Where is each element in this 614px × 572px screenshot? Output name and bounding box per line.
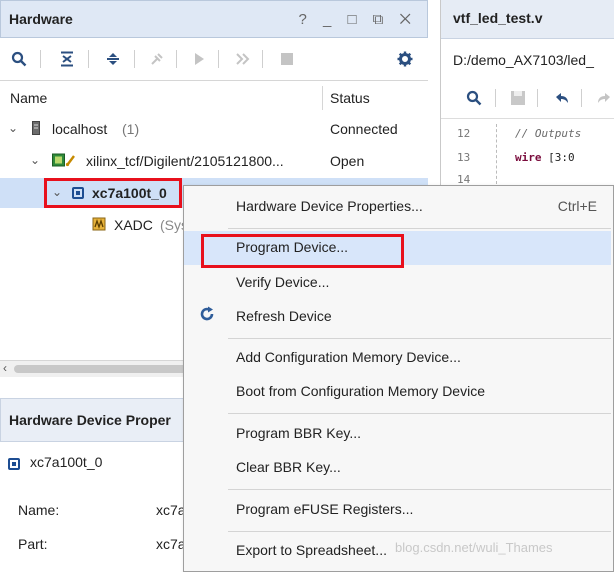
hardware-panel-header: Hardware ? _ □ ⧉ ✕	[0, 0, 428, 38]
menu-item-label: Refresh Device	[236, 308, 332, 324]
toolbar-separator	[537, 89, 538, 107]
status-text: Open	[330, 153, 365, 169]
window-controls[interactable]: ? _ □ ⧉ ✕	[298, 11, 417, 28]
toolbar-separator	[134, 50, 135, 68]
device-chip-icon	[8, 456, 20, 472]
undo-icon[interactable]	[551, 87, 573, 109]
toolbar-separator	[495, 89, 496, 107]
hardware-toolbar	[0, 40, 428, 81]
toolbar-separator	[218, 50, 219, 68]
editor-toolbar	[441, 78, 614, 119]
column-status[interactable]: Status	[330, 90, 370, 106]
tree-count: (1)	[122, 121, 140, 137]
board-icon	[52, 153, 78, 170]
scroll-left-icon[interactable]: ‹	[3, 361, 7, 375]
device-properties-title: Hardware Device Proper	[9, 412, 171, 428]
prop-value: xc7a	[156, 502, 186, 518]
server-icon	[32, 121, 40, 138]
toolbar-separator	[581, 89, 582, 107]
tree-label: XADC	[114, 217, 153, 233]
highlight-box-device	[44, 178, 182, 208]
hardware-panel-title: Hardware	[9, 11, 73, 27]
line-number: 13	[457, 151, 471, 164]
menu-item-refresh-device[interactable]: Refresh Device	[184, 300, 611, 334]
menu-item-label: Clear BBR Key...	[236, 459, 341, 475]
menu-item-clear-bbr-key[interactable]: Clear BBR Key...	[184, 451, 611, 485]
menu-separator	[228, 489, 611, 490]
menu-item-add-config-memory[interactable]: Add Configuration Memory Device...	[184, 341, 611, 375]
search-icon[interactable]	[8, 48, 30, 70]
menu-item-label: Program eFUSE Registers...	[236, 501, 414, 517]
menu-item-label: Program BBR Key...	[236, 425, 362, 441]
menu-separator	[228, 228, 611, 229]
auto-connect-icon[interactable]	[146, 48, 168, 70]
toolbar-separator	[88, 50, 89, 68]
stop-icon[interactable]	[276, 48, 298, 70]
search-icon[interactable]	[463, 87, 485, 109]
menu-separator	[228, 338, 611, 339]
prop-label: Part:	[18, 536, 48, 552]
run-icon[interactable]	[188, 48, 210, 70]
menu-item-label: Hardware Device Properties...	[236, 198, 423, 214]
menu-separator	[228, 531, 611, 532]
gear-icon[interactable]	[394, 48, 416, 70]
fast-forward-icon[interactable]	[232, 48, 254, 70]
code-comment: // Outputs	[515, 127, 582, 140]
line-number: 12	[457, 127, 471, 140]
tree-column-header: Name Status	[0, 86, 428, 110]
prop-label: Name:	[18, 502, 60, 518]
file-path: D:/demo_AX7103/led_	[453, 52, 594, 68]
expand-all-icon[interactable]	[102, 48, 124, 70]
code-text: wire [3:0	[515, 151, 575, 164]
toolbar-separator	[262, 50, 263, 68]
toolbar-separator	[176, 50, 177, 68]
editor-tab[interactable]: vtf_led_test.v	[441, 0, 614, 39]
menu-item-hardware-device-properties[interactable]: Hardware Device Properties... Ctrl+E	[184, 190, 611, 224]
menu-item-boot-config-memory[interactable]: Boot from Configuration Memory Device	[184, 375, 611, 409]
prop-value: xc7a	[156, 536, 186, 552]
code-keyword: wire	[515, 151, 542, 164]
tree-row-target[interactable]: ⌄ xilinx_tcf/Digilent/2105121800... Open	[0, 146, 428, 176]
editor-tab-title: vtf_led_test.v	[453, 10, 543, 26]
tree-row-localhost[interactable]: ⌄ localhost (1) Connected	[0, 114, 428, 144]
code-line[interactable]: 13 wire [3:0	[441, 148, 614, 168]
chevron-down-icon[interactable]: ⌄	[8, 121, 18, 135]
menu-item-program-efuse[interactable]: Program eFUSE Registers...	[184, 493, 611, 527]
menu-item-verify-device[interactable]: Verify Device...	[184, 266, 611, 300]
context-menu: Hardware Device Properties... Ctrl+E Pro…	[183, 185, 614, 572]
menu-item-label: Export to Spreadsheet...	[236, 542, 387, 558]
column-divider[interactable]	[322, 86, 323, 110]
toolbar-separator	[40, 50, 41, 68]
column-name[interactable]: Name	[10, 90, 47, 106]
refresh-icon	[198, 305, 216, 329]
status-text: Connected	[330, 121, 398, 137]
highlight-box-program-device	[201, 234, 404, 268]
code-rest: [3:0	[548, 151, 575, 164]
menu-separator	[228, 413, 611, 414]
device-name: xc7a100t_0	[30, 454, 103, 470]
code-line[interactable]: 12 // Outputs	[441, 124, 614, 144]
menu-item-shortcut: Ctrl+E	[557, 198, 597, 214]
menu-item-label: Verify Device...	[236, 274, 330, 290]
menu-item-label: Boot from Configuration Memory Device	[236, 383, 485, 399]
menu-item-program-bbr-key[interactable]: Program BBR Key...	[184, 417, 611, 451]
chevron-down-icon[interactable]: ⌄	[30, 153, 40, 167]
menu-item-label: Add Configuration Memory Device...	[236, 349, 461, 365]
save-icon[interactable]	[507, 87, 529, 109]
collapse-all-icon[interactable]	[56, 48, 78, 70]
tree-label: xilinx_tcf/Digilent/2105121800...	[86, 153, 284, 169]
redo-icon[interactable]	[593, 87, 614, 109]
watermark: blog.csdn.net/wuli_Thames	[395, 540, 553, 555]
xadc-icon	[92, 217, 106, 234]
tree-label: localhost	[52, 121, 108, 137]
